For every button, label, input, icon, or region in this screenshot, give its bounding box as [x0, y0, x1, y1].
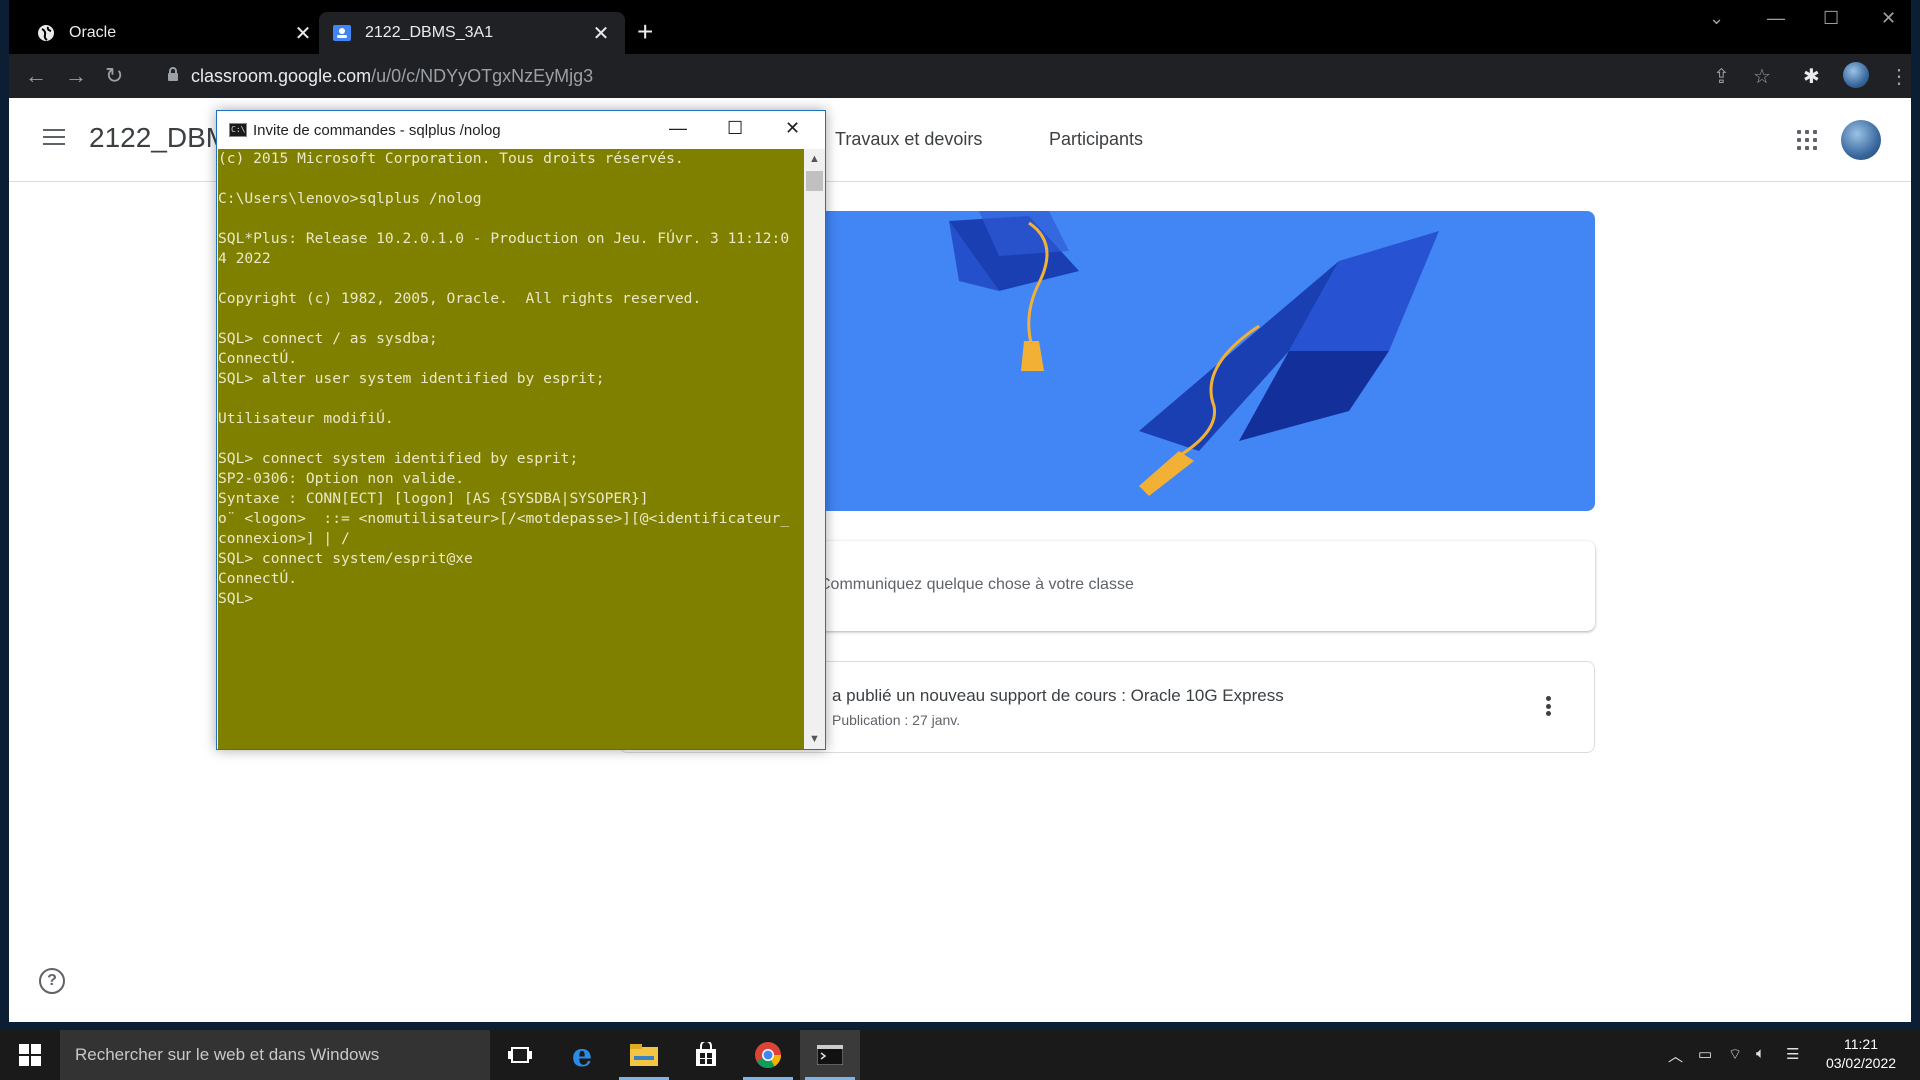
tab-strip: Oracle ✕ 2122_DBMS_3A1 ✕ + ⌄ — ☐ ✕: [9, 0, 1911, 54]
tab-title: 2122_DBMS_3A1: [365, 24, 494, 41]
console-line: SQL> connect / as sysdba;: [218, 330, 438, 347]
cmd-maximize-icon[interactable]: ☐: [727, 118, 743, 139]
console-line: SQL> connect system/esprit@xe: [218, 550, 473, 567]
extensions-icon[interactable]: ✱: [1803, 64, 1820, 89]
chrome-icon[interactable]: [738, 1030, 798, 1080]
close-window-icon[interactable]: ✕: [1881, 8, 1896, 29]
profile-avatar[interactable]: [1843, 62, 1869, 88]
console-line: SP2-0306: Option non valide.: [218, 470, 465, 487]
hamburger-menu-icon[interactable]: [43, 129, 65, 145]
wifi-icon[interactable]: ⌔: [1728, 1045, 1742, 1064]
share-icon[interactable]: ⇪: [1713, 64, 1730, 89]
post-options-icon[interactable]: [1546, 696, 1551, 716]
console-line: SQL> connect system identified by esprit…: [218, 450, 579, 467]
file-explorer-icon[interactable]: [614, 1030, 674, 1080]
taskbar-search[interactable]: Rechercher sur le web et dans Windows: [60, 1030, 490, 1080]
tab-title: Oracle: [69, 24, 117, 41]
scroll-up-icon[interactable]: ▲: [804, 149, 825, 169]
store-icon[interactable]: [676, 1030, 736, 1080]
tab-search-icon[interactable]: ⌄: [1709, 8, 1724, 29]
console-line: Syntaxe : CONN[ECT] [logon] [AS {SYSDBA|…: [218, 490, 649, 507]
new-tab-icon[interactable]: +: [637, 18, 653, 46]
console-line: Copyright (c) 1982, 2005, Oracle. All ri…: [218, 290, 702, 307]
start-button[interactable]: [0, 1030, 60, 1080]
cmd-window: C:\ Invite de commandes - sqlplus /nolog…: [216, 110, 826, 750]
url-host: classroom.google.com: [191, 65, 372, 86]
console-line: (c) 2015 Microsoft Corporation. Tous dro…: [218, 150, 684, 167]
post-date: Publication : 27 janv.: [832, 712, 961, 728]
console-line: ConnectÚ.: [218, 350, 298, 367]
notifications-icon[interactable]: ☰: [1786, 1045, 1799, 1063]
console-line: SQL*Plus: Release 10.2.0.1.0 - Productio…: [218, 230, 790, 247]
clock-date: 03/02/2022: [1825, 1055, 1897, 1071]
menu-kebab-icon[interactable]: ⋮: [1889, 64, 1909, 89]
windows-logo-icon: [19, 1044, 41, 1066]
battery-icon[interactable]: ▭: [1698, 1045, 1712, 1063]
volume-icon[interactable]: 🔈︎: [1756, 1045, 1765, 1062]
close-tab-icon[interactable]: ✕: [293, 21, 313, 46]
clock-time: 11:21: [1844, 1036, 1878, 1052]
console-line: SQL>: [218, 590, 254, 607]
console-line: C:\Users\lenovo>sqlplus /nolog: [218, 190, 482, 207]
lock-icon: [167, 66, 179, 86]
bookmark-star-icon[interactable]: ☆: [1753, 64, 1771, 89]
forward-icon[interactable]: →: [65, 62, 87, 90]
task-view-icon[interactable]: [490, 1030, 550, 1080]
console-output[interactable]: (c) 2015 Microsoft Corporation. Tous dro…: [218, 149, 804, 749]
cmd-taskbar-icon[interactable]: [800, 1030, 860, 1080]
console-line: ConnectÚ.: [218, 570, 298, 587]
cmd-title: Invite de commandes - sqlplus /nolog: [253, 121, 501, 139]
cmd-app-icon: C:\: [229, 123, 247, 137]
globe-icon: [37, 24, 55, 42]
back-icon[interactable]: ←: [25, 62, 47, 90]
google-apps-icon[interactable]: [1797, 130, 1817, 150]
announce-placeholder: Communiquez quelque chose à votre classe: [819, 576, 1134, 593]
minimize-icon[interactable]: —: [1767, 8, 1785, 29]
cmd-minimize-icon[interactable]: —: [669, 118, 687, 139]
account-avatar[interactable]: [1841, 120, 1881, 160]
console-line: SQL> alter user system identified by esp…: [218, 370, 605, 387]
scroll-down-icon[interactable]: ▼: [804, 729, 825, 749]
post-title[interactable]: a publié un nouveau support de cours : O…: [832, 686, 1284, 706]
cmd-titlebar[interactable]: C:\ Invite de commandes - sqlplus /nolog…: [217, 111, 825, 149]
console-line: o¨ <logon> ::= <nomutilisateur>[/<motdep…: [218, 510, 790, 527]
address-bar[interactable]: classroom.google.com/u/0/c/NDYyOTgxNzEyM…: [153, 59, 1708, 93]
browser-toolbar: ← → ↻ classroom.google.com/u/0/c/NDYyOTg…: [9, 54, 1911, 98]
reload-icon[interactable]: ↻: [105, 62, 123, 90]
edge-icon[interactable]: e: [552, 1030, 612, 1080]
classroom-icon: [333, 24, 351, 42]
tab-oracle[interactable]: Oracle ✕: [23, 12, 327, 54]
tab-classroom[interactable]: 2122_DBMS_3A1 ✕: [319, 12, 625, 54]
help-icon[interactable]: ?: [39, 968, 65, 994]
tab-travaux-et-devoirs[interactable]: Travaux et devoirs: [835, 129, 982, 150]
console-scrollbar[interactable]: ▲ ▼: [804, 149, 825, 749]
console-line: 4 2022: [218, 250, 271, 267]
tray-chevron-icon[interactable]: ︿: [1668, 1045, 1683, 1066]
tab-participants[interactable]: Participants: [1049, 129, 1143, 150]
maximize-icon[interactable]: ☐: [1823, 8, 1839, 29]
close-tab-icon[interactable]: ✕: [591, 21, 611, 46]
console-line: Utilisateur modifiÚ.: [218, 410, 394, 427]
scroll-thumb[interactable]: [806, 171, 823, 191]
url-path: /u/0/c/NDYyOTgxNzEyMjg3: [371, 65, 594, 86]
taskbar-clock[interactable]: 11:21 03/02/2022: [1812, 1035, 1910, 1073]
cmd-close-icon[interactable]: ✕: [785, 118, 800, 139]
taskbar: Rechercher sur le web et dans Windows e …: [0, 1030, 1920, 1080]
console-line: connexion>] | /: [218, 530, 350, 547]
